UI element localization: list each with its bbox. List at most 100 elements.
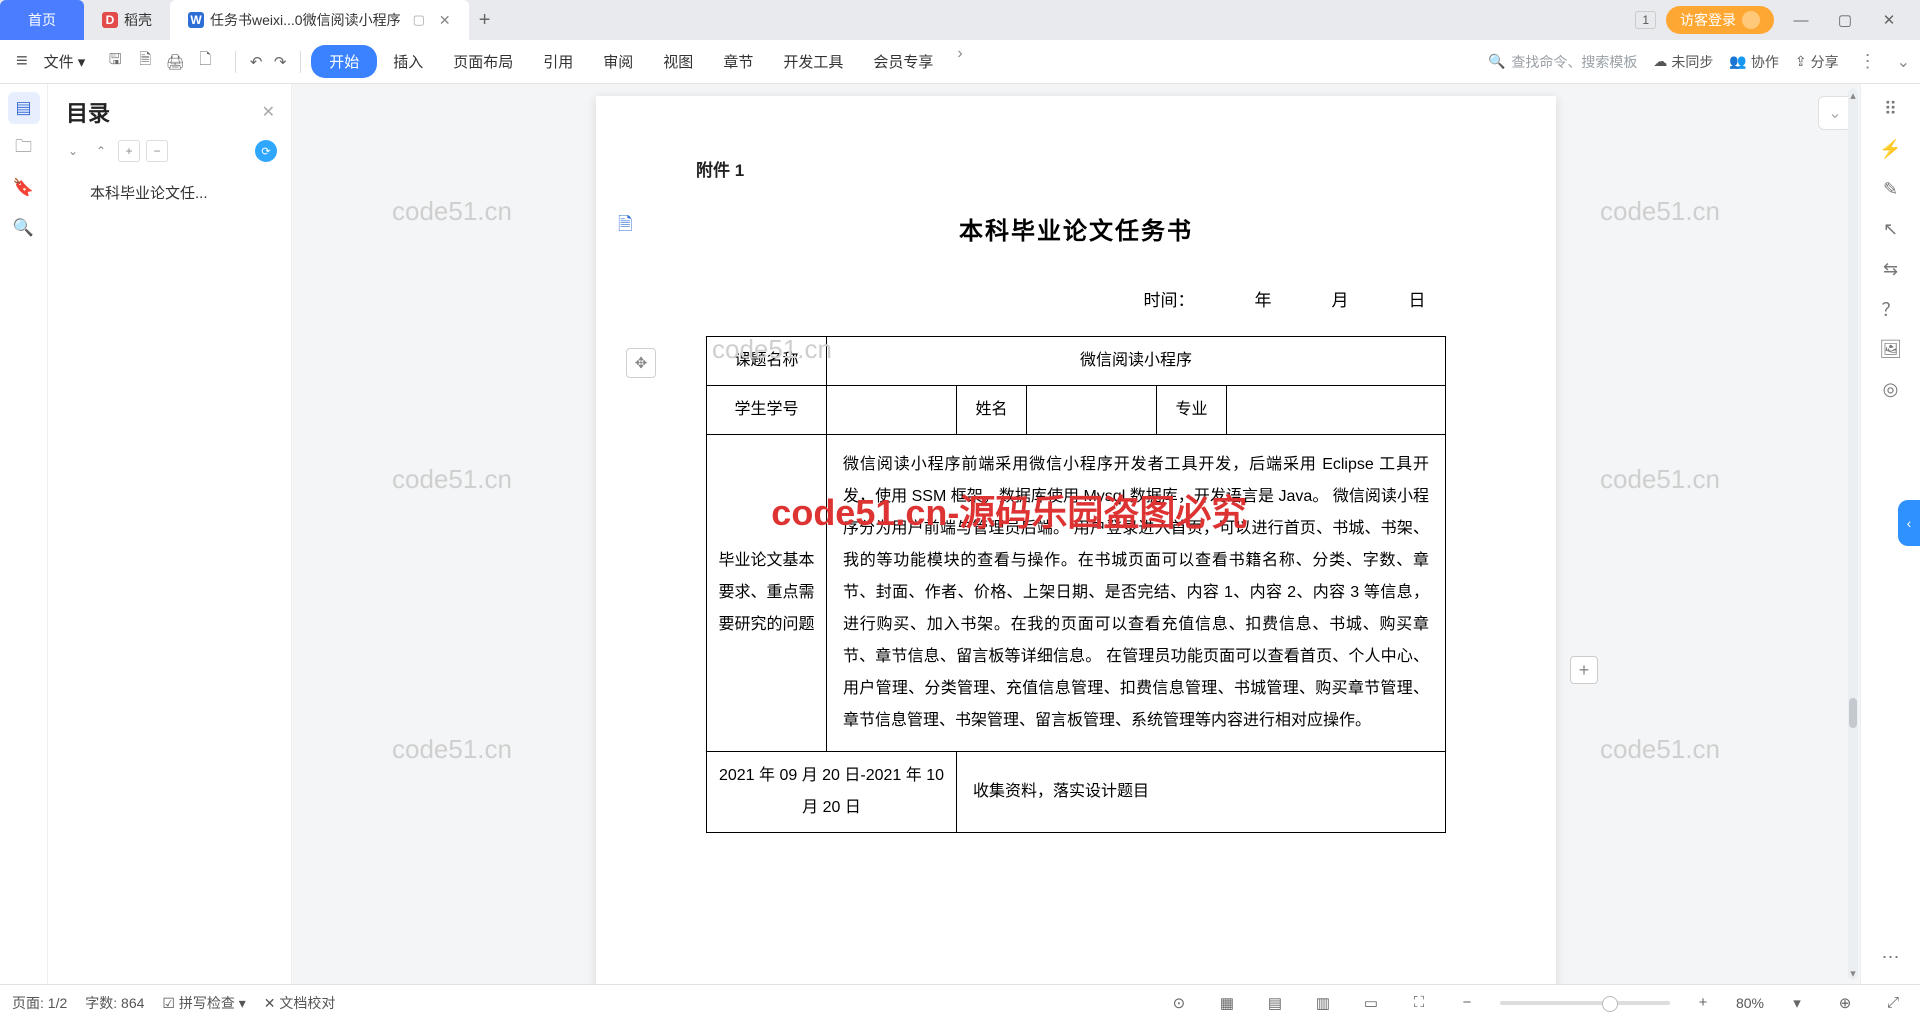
zoom-dropdown-icon[interactable]: ▾: [1782, 991, 1812, 1015]
cell-student-name: 姓名: [957, 386, 1027, 435]
scroll-thumb[interactable]: [1849, 698, 1857, 728]
menu-chapter[interactable]: 章节: [709, 45, 767, 78]
window-minimize-icon[interactable]: —: [1784, 6, 1818, 34]
word-count[interactable]: 字数: 864: [85, 993, 144, 1013]
fit-page-icon[interactable]: ⊕: [1830, 991, 1860, 1015]
drag-handle-icon[interactable]: ⠿: [1874, 92, 1908, 126]
zoom-value[interactable]: 80%: [1736, 995, 1764, 1011]
search-icon: 🔍: [1488, 53, 1505, 70]
cell-schedule-dates: 2021 年 09 月 20 日-2021 年 10 月 20 日: [707, 752, 957, 833]
image-tool-icon[interactable]: 🖼: [1874, 332, 1908, 366]
more-icon[interactable]: ⋮: [1855, 51, 1881, 72]
fit-width-icon[interactable]: ⤢: [1878, 991, 1908, 1015]
document-proof[interactable]: ✕ 文档校对: [264, 993, 336, 1013]
level-up-icon[interactable]: +: [118, 140, 140, 162]
save-as-icon[interactable]: 🗎: [135, 52, 155, 72]
level-down-icon[interactable]: −: [146, 140, 168, 162]
print-preview-icon[interactable]: 🗋: [195, 52, 215, 72]
menu-more-icon[interactable]: ›: [949, 45, 970, 78]
year-label: 年: [1255, 284, 1272, 318]
separator: [235, 51, 236, 73]
tabmode-toggle[interactable]: 1: [1635, 11, 1656, 29]
find-icon[interactable]: 🔍: [8, 212, 40, 244]
outline-refresh-icon[interactable]: ⟳: [255, 140, 277, 162]
bookmark-icon[interactable]: 🔖: [8, 172, 40, 204]
share-icon: ⇪: [1795, 53, 1807, 70]
collapse-ribbon-icon[interactable]: ⌄: [1897, 52, 1910, 72]
command-search[interactable]: 🔍 查找命令、搜索模板: [1488, 52, 1637, 72]
view-web-icon[interactable]: ▥: [1308, 991, 1338, 1015]
hamburger-icon[interactable]: ≡: [10, 50, 34, 73]
collab-button[interactable]: 👥协作: [1729, 52, 1778, 72]
window-close-icon[interactable]: ✕: [1872, 6, 1906, 34]
menu-review[interactable]: 审阅: [589, 45, 647, 78]
outline-toggle-icon[interactable]: ▤: [8, 92, 40, 124]
scroll-up-icon[interactable]: ▴: [1848, 88, 1858, 102]
tab-document-active[interactable]: W 任务书weixi...0微信阅读小程序 ▢ ✕: [170, 0, 469, 40]
share-label: 分享: [1811, 52, 1839, 72]
view-outline-icon[interactable]: ▤: [1260, 991, 1290, 1015]
phone-icon[interactable]: ▢: [413, 12, 425, 28]
side-expand-tab[interactable]: ‹: [1898, 500, 1920, 546]
read-mode-icon[interactable]: ▭: [1356, 991, 1386, 1015]
select-cursor-icon[interactable]: ↖: [1874, 212, 1908, 246]
outline-item[interactable]: 本科毕业论文任...: [48, 172, 291, 213]
smart-panel-toggle-icon[interactable]: ⌄: [1818, 96, 1852, 130]
share-button[interactable]: ⇪分享: [1795, 52, 1839, 72]
thumbnail-icon[interactable]: 🗀: [8, 132, 40, 164]
tab-label: 稻壳: [124, 10, 152, 30]
target-icon[interactable]: ◎: [1874, 372, 1908, 406]
page-indicator[interactable]: 页面: 1/2: [12, 993, 67, 1013]
document-page[interactable]: 🗎 附件 1 本科毕业论文任务书 ✥ 时间： 年 月 日 课题名称 微信阅读小程…: [596, 96, 1556, 984]
sync-status[interactable]: ☁未同步: [1653, 52, 1713, 72]
month-label: 月: [1332, 284, 1349, 318]
cell-student-id-value: [827, 386, 957, 435]
cell-major: 专业: [1157, 386, 1227, 435]
file-menu[interactable]: 文件▾: [38, 51, 92, 72]
tab-docer[interactable]: D 稻壳: [84, 0, 170, 40]
collapse-all-icon[interactable]: ⌄: [62, 140, 84, 162]
vertical-scrollbar[interactable]: ▴ ▾: [1848, 88, 1858, 980]
sync-label: 未同步: [1671, 52, 1713, 72]
assistant-icon[interactable]: ⚡: [1874, 132, 1908, 166]
edit-pen-icon[interactable]: ✎: [1874, 172, 1908, 206]
menu-insert[interactable]: 插入: [379, 45, 437, 78]
fullscreen-icon[interactable]: ⛶: [1404, 991, 1434, 1015]
watermark: code51.cn: [306, 84, 426, 89]
document-canvas[interactable]: ⌄ 🗎 附件 1 本科毕业论文任务书 ✥ 时间： 年 月 日 课题名称 微信阅读…: [292, 84, 1860, 984]
view-print-icon[interactable]: ▦: [1212, 991, 1242, 1015]
zoom-slider[interactable]: [1500, 1001, 1670, 1005]
outline-close-icon[interactable]: ✕: [262, 102, 275, 122]
table-add-column-icon[interactable]: +: [1570, 656, 1598, 684]
menu-view[interactable]: 视图: [649, 45, 707, 78]
undo-icon[interactable]: ↶: [246, 52, 266, 72]
more-tools-icon[interactable]: ⋯: [1874, 940, 1908, 974]
window-maximize-icon[interactable]: ▢: [1828, 6, 1862, 34]
menu-start[interactable]: 开始: [311, 45, 377, 78]
tab-home[interactable]: 首页: [0, 0, 84, 40]
menu-member[interactable]: 会员专享: [859, 45, 947, 78]
tab-close-icon[interactable]: ✕: [439, 12, 451, 29]
help-icon[interactable]: ？: [1874, 292, 1908, 326]
settings-slider-icon[interactable]: ⇆: [1874, 252, 1908, 286]
expand-all-icon[interactable]: ⌃: [90, 140, 112, 162]
menu-page-layout[interactable]: 页面布局: [439, 45, 527, 78]
table-move-handle-icon[interactable]: ✥: [626, 348, 656, 378]
spell-check-label: 拼写检查: [179, 995, 235, 1011]
focus-mode-icon[interactable]: ⊙: [1164, 991, 1194, 1015]
scroll-down-icon[interactable]: ▾: [1848, 966, 1858, 980]
new-tab-button[interactable]: +: [469, 4, 501, 36]
scroll-track[interactable]: [1848, 88, 1858, 980]
guest-login-button[interactable]: 访客登录: [1666, 6, 1774, 34]
left-icon-rail: ▤ 🗀 🔖 🔍: [0, 84, 48, 984]
cell-topic-name: 课题名称: [707, 337, 827, 386]
spell-check[interactable]: ☑ 拼写检查 ▾: [162, 993, 245, 1013]
zoom-out-icon[interactable]: −: [1452, 991, 1482, 1015]
menu-references[interactable]: 引用: [529, 45, 587, 78]
menu-dev-tools[interactable]: 开发工具: [769, 45, 857, 78]
save-icon[interactable]: 🖫: [105, 52, 125, 72]
zoom-in-icon[interactable]: +: [1688, 991, 1718, 1015]
ribbon-toolbar: ≡ 文件▾ 🖫 🗎 🖨 🗋 ↶ ↷ 开始 插入 页面布局 引用 审阅 视图 章节…: [0, 40, 1920, 84]
redo-icon[interactable]: ↷: [270, 52, 290, 72]
print-icon[interactable]: 🖨: [165, 52, 185, 72]
